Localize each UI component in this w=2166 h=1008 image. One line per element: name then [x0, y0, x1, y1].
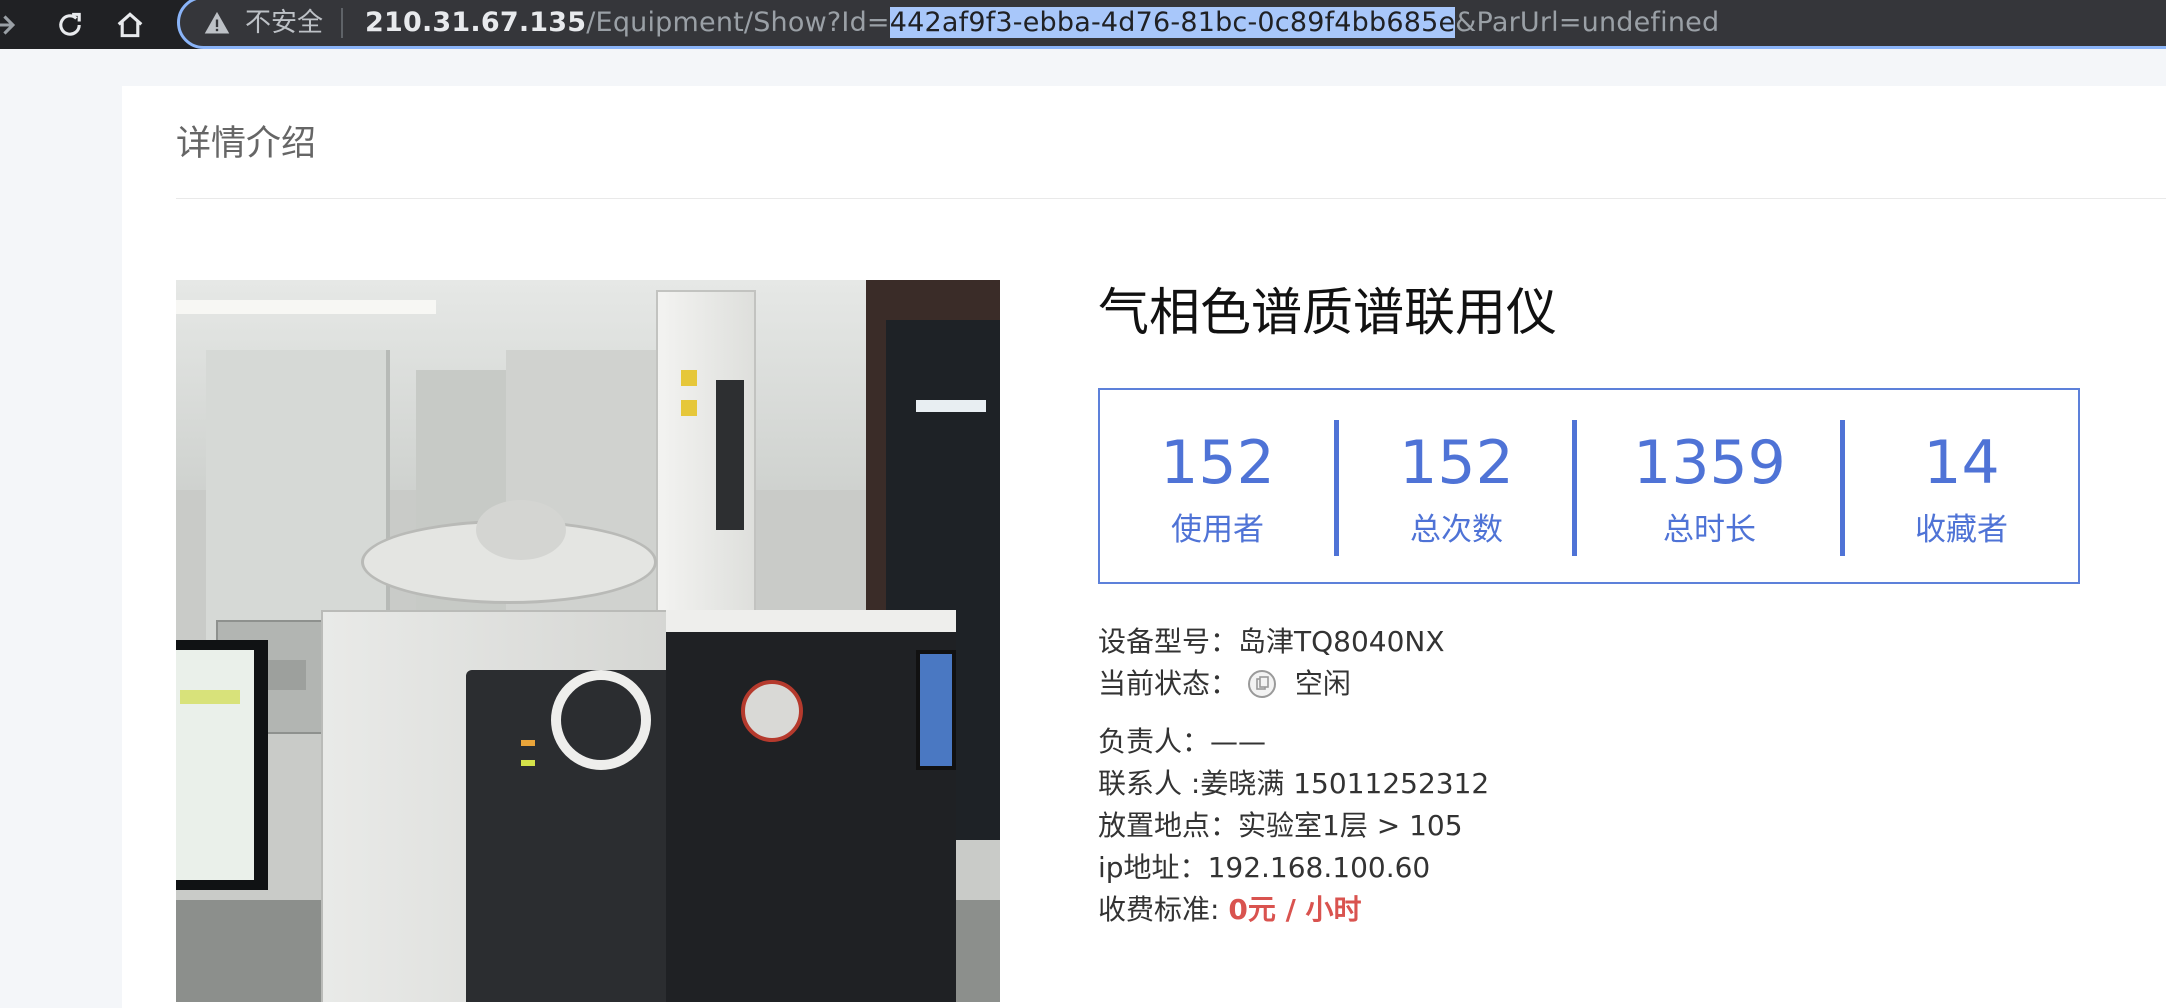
model-value: 岛津TQ8040NX: [1238, 625, 1445, 658]
url-host: 210.31.67.135: [365, 6, 587, 38]
location-label: 放置地点：: [1098, 809, 1239, 842]
home-icon[interactable]: [113, 8, 147, 42]
stat-users-value: 152: [1160, 428, 1275, 498]
section-divider: [176, 198, 2166, 199]
equipment-name: 气相色谱质谱联用仪: [1098, 284, 1558, 343]
instrument-photo: [176, 280, 1000, 1002]
stat-total-times: 152 总次数: [1339, 390, 1574, 582]
warning-icon[interactable]: [203, 9, 231, 37]
status-line: 当前状态： 空闲: [1098, 666, 1351, 702]
insecure-label[interactable]: 不安全: [245, 8, 323, 38]
owner-value: ——: [1210, 725, 1267, 758]
url-text[interactable]: 210.31.67.135/Equipment/Show?Id=442af9f3…: [365, 6, 1720, 38]
stat-total-duration-label: 总时长: [1663, 512, 1756, 548]
ip-label: ip地址：: [1098, 851, 1208, 884]
stat-favorites-label: 收藏者: [1915, 512, 2008, 548]
location-value: 实验室1层 > 105: [1238, 809, 1463, 842]
stat-favorites: 14 收藏者: [1845, 390, 2078, 582]
stat-total-duration: 1359 总时长: [1577, 390, 1842, 582]
stat-total-times-label: 总次数: [1410, 512, 1503, 548]
status-label: 当前状态：: [1098, 667, 1239, 700]
model-line: 设备型号：岛津TQ8040NX: [1098, 624, 1445, 660]
idle-status-icon: [1247, 670, 1276, 698]
stat-users-label: 使用者: [1171, 512, 1264, 548]
stat-users: 152 使用者: [1100, 390, 1335, 582]
contact-value: 姜晓满 15011252312: [1200, 767, 1490, 800]
fee-value: 0元 / 小时: [1228, 893, 1362, 926]
ip-value: 192.168.100.60: [1207, 851, 1431, 884]
location-line: 放置地点：实验室1层 > 105: [1098, 808, 1463, 844]
detail-card: 详情介绍 气相色谱质谱联用仪 152 使用者 152 总次数 1359 总时长 …: [122, 86, 2166, 1008]
reload-icon[interactable]: [53, 8, 87, 42]
owner-line: 负责人：——: [1098, 724, 1266, 760]
section-title: 详情介绍: [176, 124, 317, 164]
stat-favorites-value: 14: [1923, 428, 2000, 498]
fee-label: 收费标准:: [1098, 893, 1229, 926]
model-label: 设备型号：: [1098, 625, 1239, 658]
stat-total-duration-value: 1359: [1633, 428, 1786, 498]
forward-icon[interactable]: [0, 8, 20, 42]
fee-line: 收费标准: 0元 / 小时: [1098, 892, 1362, 928]
owner-label: 负责人：: [1098, 725, 1211, 758]
url-path: /Equipment/Show?Id=: [586, 6, 890, 38]
usage-stats-panel: 152 使用者 152 总次数 1359 总时长 14 收藏者: [1098, 388, 2080, 584]
contact-label: 联系人 :: [1098, 767, 1201, 800]
address-bar[interactable]: 不安全 210.31.67.135/Equipment/Show?Id=442a…: [177, 0, 2166, 49]
stat-total-times-value: 152: [1399, 428, 1514, 498]
ip-line: ip地址：192.168.100.60: [1098, 850, 1430, 886]
url-suffix: &ParUrl=undefined: [1455, 6, 1720, 38]
url-selected-id: 442af9f3-ebba-4d76-81bc-0c89f4bb685e: [889, 6, 1456, 38]
browser-toolbar: 不安全 210.31.67.135/Equipment/Show?Id=442a…: [0, 0, 2166, 49]
contact-line: 联系人 :姜晓满 15011252312: [1098, 766, 1489, 802]
omnibox-separator: [341, 7, 344, 38]
status-value: 空闲: [1294, 667, 1351, 700]
